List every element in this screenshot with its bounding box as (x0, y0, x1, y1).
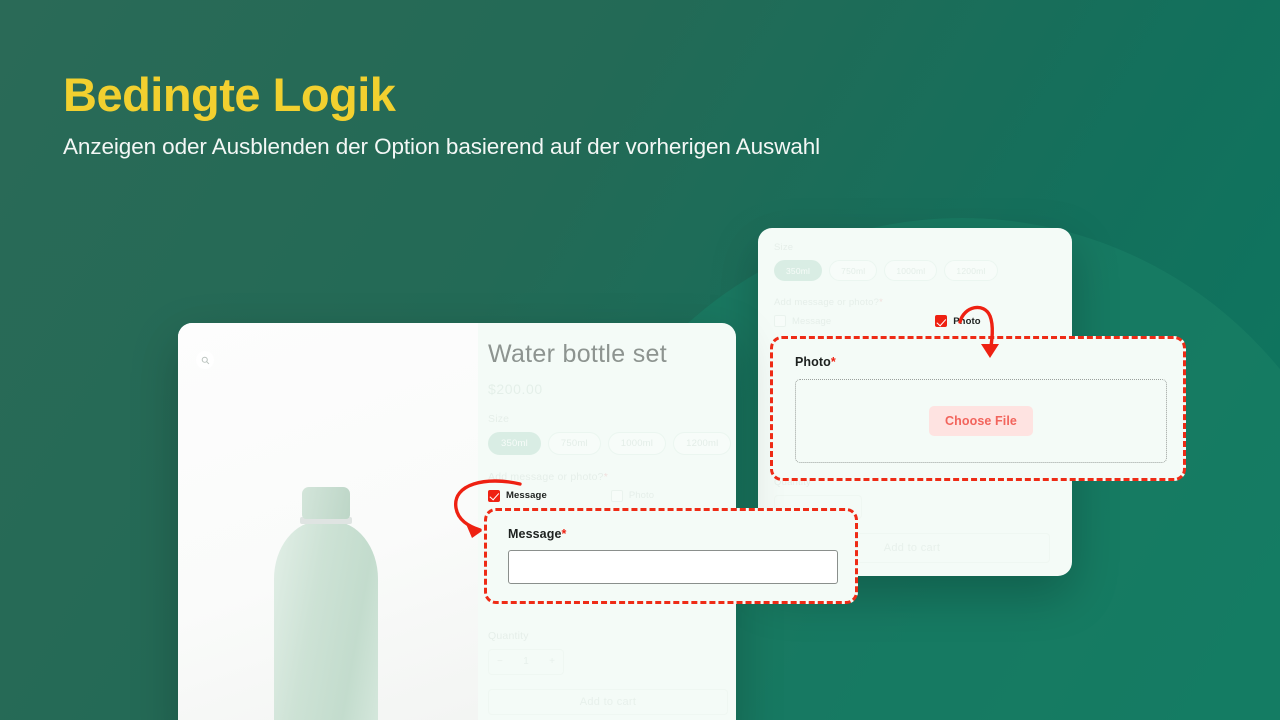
quantity-decrease-button[interactable]: − (497, 656, 503, 667)
message-field-title: Message* (508, 527, 834, 541)
quantity-stepper[interactable]: − 1 + (488, 648, 564, 675)
header-block: Bedingte Logik Anzeigen oder Ausblenden … (63, 68, 820, 160)
add-to-cart-button[interactable]: Add to cart (488, 688, 728, 715)
photo-field-required: * (830, 355, 836, 369)
choice-message[interactable]: Message (488, 489, 547, 502)
choice-label: Add message or photo?* (488, 471, 731, 483)
magnifier-icon[interactable] (196, 351, 214, 369)
slide-canvas: Bedingte Logik Anzeigen oder Ausblenden … (0, 0, 1280, 720)
photo-field-inner: Photo* Choose File (773, 339, 1183, 463)
size-option-1200ml[interactable]: 1200ml (673, 431, 732, 455)
back-photo-checkbox[interactable] (935, 315, 948, 327)
back-message-checkbox[interactable] (774, 315, 786, 327)
page-title: Bedingte Logik (63, 68, 396, 121)
back-size-option-1000ml[interactable]: 1000ml (884, 260, 938, 281)
choice-label-text: Add message or photo? (488, 470, 604, 483)
size-options[interactable]: 350ml 750ml 1000ml 1200ml (488, 431, 732, 455)
photo-checkbox[interactable] (610, 489, 623, 502)
back-photo-label: Photo (953, 315, 981, 327)
back-size-option-350ml[interactable]: 350ml (774, 260, 823, 281)
quantity-label: Quantity (488, 629, 529, 642)
message-field-required: * (561, 527, 567, 541)
message-checkbox[interactable] (488, 489, 500, 502)
message-field-inner: Message* (487, 511, 855, 584)
back-choice-photo[interactable]: Photo (935, 315, 981, 327)
choice-required: * (603, 470, 608, 483)
back-size-option-1200ml[interactable]: 1200ml (944, 260, 998, 281)
back-choice-label-text: Add message or photo? (774, 297, 880, 308)
photo-label: Photo (628, 490, 655, 501)
product-price: $200.00 (488, 380, 543, 397)
photo-field-title-text: Photo (795, 355, 831, 369)
bottle-cap (302, 487, 350, 519)
size-option-350ml[interactable]: 350ml (488, 431, 541, 455)
front-card-tail: Quantity − 1 + Add to cart Share (488, 630, 731, 720)
back-size-option-750ml[interactable]: 750ml (829, 260, 878, 281)
size-option-1000ml[interactable]: 1000ml (607, 431, 667, 455)
choose-file-button[interactable]: Choose File (929, 406, 1033, 436)
page-subtitle: Anzeigen oder Ausblenden der Option basi… (63, 134, 821, 160)
message-field-highlight: Message* (484, 508, 858, 604)
product-title: Water bottle set (488, 340, 667, 368)
back-size-options[interactable]: 350ml 750ml 1000ml 1200ml (774, 260, 1056, 281)
choice-row: Message Photo (488, 489, 731, 502)
photo-field-title: Photo* (795, 355, 1161, 369)
product-image-bottle (274, 487, 378, 720)
back-message-label: Message (792, 315, 832, 327)
photo-field-highlight: Photo* Choose File (770, 336, 1186, 481)
back-choice-required: * (879, 297, 883, 308)
message-field-title-text: Message (508, 527, 562, 541)
quantity-increase-button[interactable]: + (549, 656, 555, 667)
choice-photo[interactable]: Photo (610, 489, 655, 502)
size-option-750ml[interactable]: 750ml (547, 431, 601, 455)
size-label: Size (488, 412, 510, 425)
back-size-label: Size (774, 242, 794, 253)
quantity-value: 1 (523, 656, 529, 667)
message-input[interactable] (508, 550, 838, 584)
back-choice-row: Message Photo (774, 315, 1056, 327)
bottle-body (274, 521, 378, 720)
back-choice-label: Add message or photo?* (774, 297, 1056, 308)
photo-dropzone[interactable]: Choose File (795, 379, 1167, 463)
back-choice-message[interactable]: Message (774, 315, 831, 327)
product-gallery (178, 323, 478, 720)
message-label: Message (506, 490, 547, 501)
